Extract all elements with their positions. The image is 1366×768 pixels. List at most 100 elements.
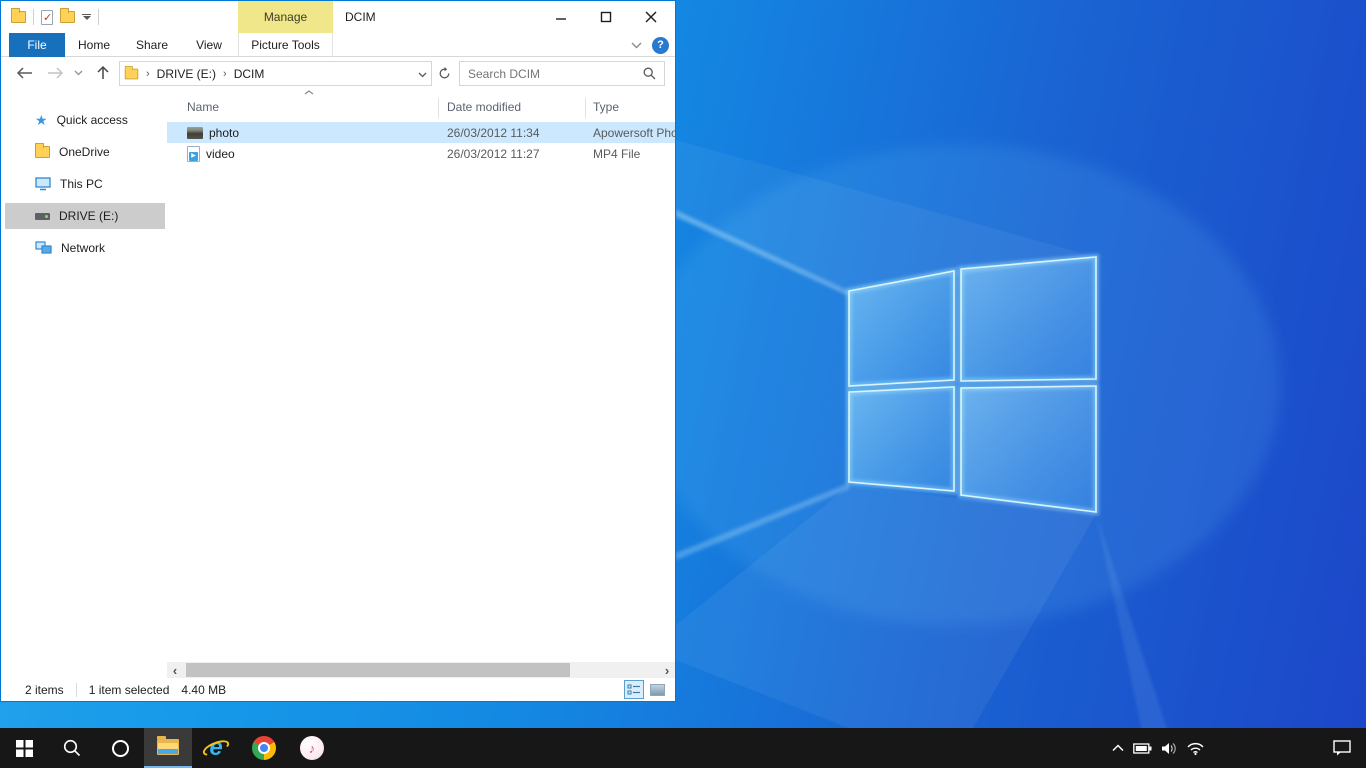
chevron-up-icon [1112,744,1124,752]
titlebar[interactable]: Manage DCIM [1,1,675,33]
taskbar-search-button[interactable] [48,728,96,768]
breadcrumb-separator: › [221,68,229,80]
file-list: Name Date modified Type photo 26/03/2012… [167,90,675,662]
column-headers: Name Date modified Type [167,96,675,120]
chevron-down-icon [418,72,427,78]
items-count: 2 items [25,683,64,697]
column-divider[interactable] [585,98,586,118]
navigation-pane: ★ Quick access OneDrive This PC DRIVE (E… [1,90,166,662]
caption-buttons [538,1,673,33]
battery-status[interactable] [1133,743,1152,754]
sidebar-item-quick-access[interactable]: ★ Quick access [5,107,165,133]
start-button[interactable] [0,728,48,768]
taskbar-chrome-button[interactable] [240,728,288,768]
sidebar-item-label: Network [61,241,105,255]
sidebar-item-onedrive[interactable]: OneDrive [5,139,165,165]
tab-view[interactable]: View [181,33,237,57]
navigation-toolbar: › DRIVE (E:) › DCIM [1,57,675,90]
breadcrumb-dcim[interactable]: DCIM [234,67,265,81]
this-pc-monitor-icon [35,177,51,191]
tab-home[interactable]: Home [65,33,123,57]
properties-icon[interactable] [41,10,53,25]
ribbon-tab-strip: File Home Share View Picture Tools ? [1,33,675,57]
tab-file[interactable]: File [9,33,65,57]
divider [33,9,34,25]
forward-arrow-icon [46,67,64,79]
file-row-video[interactable]: video 26/03/2012 11:27 MP4 File [167,143,675,164]
scroll-left-arrow[interactable]: ‹ [167,662,183,678]
back-arrow-icon [16,67,34,79]
new-folder-icon[interactable] [60,11,75,23]
up-button[interactable] [91,61,115,85]
minimize-icon [555,11,567,23]
volume-icon [1161,742,1178,755]
recent-locations-chevron[interactable] [69,61,87,85]
scrollbar-thumb[interactable] [186,663,570,677]
window-title: DCIM [345,1,376,33]
volume-status[interactable] [1161,742,1178,755]
back-button[interactable] [13,61,37,85]
contextual-tab-group-manage[interactable]: Manage [238,1,333,33]
tab-share[interactable]: Share [123,33,181,57]
quick-access-star-icon: ★ [35,113,48,127]
system-tray [1112,728,1204,768]
sidebar-item-drive-e[interactable]: DRIVE (E:) [5,203,165,229]
collapse-ribbon-chevron-icon[interactable] [631,42,642,49]
column-header-date-modified[interactable]: Date modified [447,100,521,114]
address-bar[interactable]: › DRIVE (E:) › DCIM [119,61,432,86]
large-icons-view-icon [650,684,665,696]
sidebar-item-label: OneDrive [59,145,110,159]
close-button[interactable] [628,1,673,33]
scroll-right-arrow[interactable]: › [659,662,675,678]
action-center-icon [1333,740,1351,756]
column-divider[interactable] [438,98,439,118]
tab-picture-tools[interactable]: Picture Tools [238,33,333,57]
file-explorer-window: Manage DCIM [0,0,676,702]
sort-ascending-icon[interactable] [304,90,314,95]
address-folder-icon [125,68,139,79]
close-icon [645,11,657,23]
battery-icon [1133,743,1152,754]
file-name: video [206,147,235,161]
show-hidden-icons-button[interactable] [1112,744,1124,752]
sidebar-item-this-pc[interactable]: This PC [5,171,165,197]
chevron-down-icon [74,70,83,76]
taskbar: e ♪ [0,728,1366,768]
taskbar-internet-explorer-button[interactable]: e [192,728,240,768]
file-row-photo[interactable]: photo 26/03/2012 11:34 Apowersoft Pho [167,122,675,143]
cortana-button[interactable] [96,728,144,768]
help-icon[interactable]: ? [652,37,669,54]
taskbar-itunes-button[interactable]: ♪ [288,728,336,768]
forward-button[interactable] [43,61,67,85]
column-header-type[interactable]: Type [593,100,619,114]
large-icons-view-button[interactable] [647,680,667,699]
search-box[interactable] [459,61,665,86]
breadcrumb-separator: › [144,68,152,80]
breadcrumb-drive[interactable]: DRIVE (E:) [157,67,216,81]
search-input[interactable] [468,67,643,81]
taskbar-file-explorer-button[interactable] [144,728,192,768]
selection-count: 1 item selected [89,683,170,697]
itunes-icon: ♪ [300,736,324,760]
column-header-name[interactable]: Name [187,100,219,114]
refresh-button[interactable] [434,63,454,83]
network-icon [35,241,52,255]
screen: Manage DCIM [0,0,1366,768]
details-view-button[interactable] [624,680,644,699]
file-name: photo [209,126,239,140]
search-icon[interactable] [643,67,656,80]
file-date-modified: 26/03/2012 11:27 [447,143,540,164]
file-explorer-icon [157,739,179,755]
horizontal-scrollbar[interactable]: ‹ › [167,662,675,678]
search-icon [63,739,81,757]
onedrive-icon [35,146,50,158]
customize-qat-dropdown-icon[interactable] [82,14,91,20]
action-center-button[interactable] [1322,728,1362,768]
sidebar-item-network[interactable]: Network [5,235,165,261]
network-status[interactable] [1187,742,1204,755]
minimize-button[interactable] [538,1,583,33]
address-dropdown-chevron[interactable] [418,67,427,81]
selection-size: 4.40 MB [181,683,226,697]
maximize-button[interactable] [583,1,628,33]
window-folder-icon [11,11,26,23]
